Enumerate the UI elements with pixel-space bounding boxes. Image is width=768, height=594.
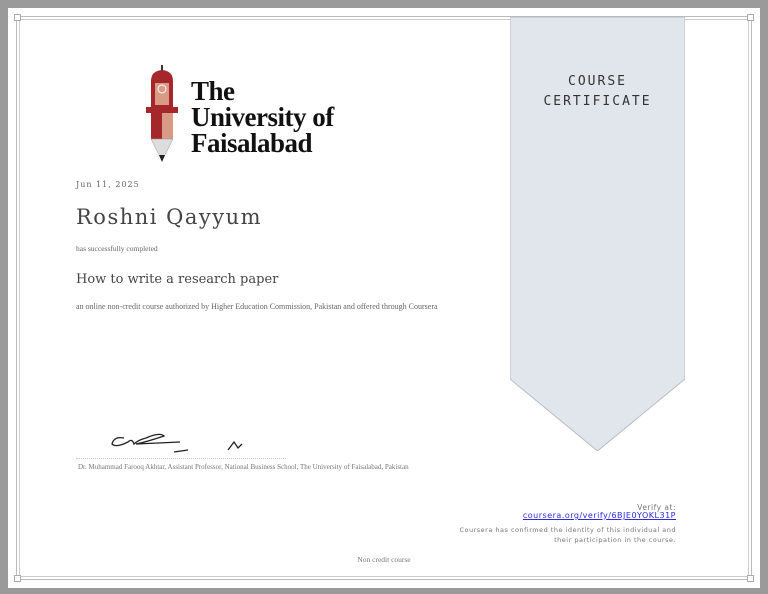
verify-note-1: Coursera has confirmed the identity of t… — [459, 526, 676, 534]
certificate-page: COURSE CERTIFICATE The University of Fai… — [8, 8, 760, 588]
issue-date: Jun 11, 2025 — [76, 180, 140, 189]
logo-line: The — [191, 76, 235, 106]
ribbon-line-1: COURSE — [568, 74, 627, 89]
course-description: an online non-credit course authorized b… — [76, 302, 438, 311]
signature-image — [111, 433, 243, 453]
logo-line: University of — [191, 102, 334, 132]
ribbon-title: COURSE CERTIFICATE — [510, 72, 685, 112]
corner-ornament — [747, 14, 754, 21]
university-name: The University of Faisalabad — [191, 76, 334, 158]
corner-ornament — [14, 575, 21, 582]
completed-text: has successfully completed — [76, 244, 158, 253]
signer-name: Dr. Muhammad Farooq Akhtar, Assistant Pr… — [78, 463, 409, 471]
verify-link[interactable]: coursera.org/verify/6BJE0YOKL31P — [523, 511, 676, 520]
footer-note: Non credit course — [357, 555, 411, 564]
signature — [76, 422, 286, 459]
verify-note-2: their participation in the course. — [554, 536, 676, 544]
recipient-name: Roshni Qayyum — [76, 205, 263, 229]
corner-ornament — [14, 14, 21, 21]
logo-line: Faisalabad — [191, 128, 313, 158]
university-logo-icon — [146, 65, 178, 162]
ribbon-line-2: CERTIFICATE — [543, 94, 652, 109]
corner-ornament — [747, 575, 754, 582]
course-title: How to write a research paper — [76, 272, 279, 287]
